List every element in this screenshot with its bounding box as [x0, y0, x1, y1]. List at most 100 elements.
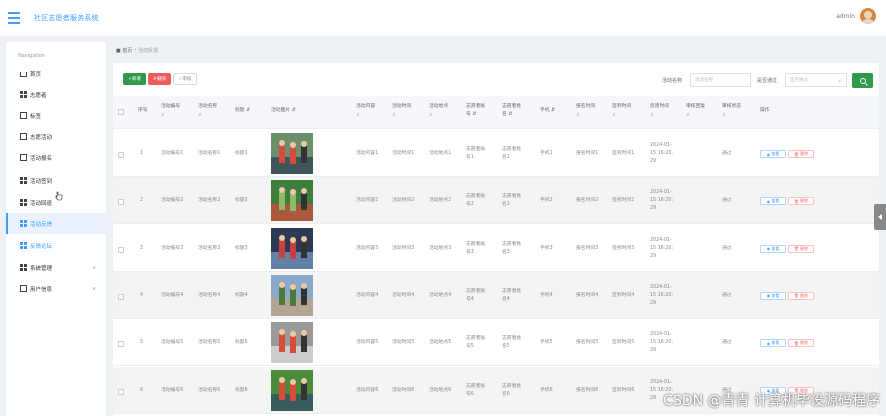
th-ops: 操作 [760, 108, 770, 113]
sidebar-item-label: 用户信息 [30, 286, 53, 293]
row-checkbox[interactable] [118, 246, 124, 253]
cell-vol-account: 志愿者账 号3 [466, 241, 486, 255]
th-name[interactable]: 活动名称 ⇵ [198, 103, 217, 119]
row-checkbox[interactable] [118, 341, 124, 348]
cell-checkin-time: 签到时间1 [612, 151, 635, 156]
breadcrumb-current: 活动反馈 [138, 48, 159, 54]
sidebar-item-volunteer[interactable]: 志愿者 [6, 84, 106, 105]
cell-vol-name: 志愿者姓 名6 [502, 383, 522, 397]
user-name[interactable]: admin [836, 13, 855, 20]
chevron-down-icon: ∨ [838, 78, 841, 83]
th-vol-account[interactable]: 志愿者账号 ⇵ [466, 103, 485, 119]
th-time[interactable]: 活动时间 ⇵ [392, 103, 411, 119]
row-checkbox[interactable] [118, 152, 124, 158]
view-button[interactable]: ◉ 查看 [760, 339, 786, 348]
view-button[interactable]: ◉ 查看 [760, 150, 786, 158]
cell-title: 标题2 [235, 198, 248, 204]
cell-title: 标题3 [235, 245, 248, 251]
cell-phone: 手机1 [540, 151, 553, 156]
cell-content: 活动内容6 [356, 387, 379, 393]
th-photo[interactable]: 活动图片 ⇵ [271, 107, 296, 115]
grid-icon [20, 242, 27, 249]
th-feedback-time[interactable]: 反馈时间 ⇵ [650, 103, 669, 119]
cell-content: 活动内容1 [356, 151, 379, 156]
th-audit-reply[interactable]: 审核回复 ⇵ [686, 103, 705, 119]
sidebar-item-forum[interactable]: 反馈论坛 [6, 235, 106, 256]
search-status-placeholder: 是否通过 [790, 78, 808, 83]
search-status-select[interactable]: 是否通过 ∨ [785, 73, 847, 87]
cell-name: 活动名称6 [198, 387, 221, 393]
search-button[interactable] [852, 73, 873, 88]
sidebar-item-label: 活动签到 [30, 178, 53, 185]
sidebar-item-signup[interactable]: 活动报名 [6, 147, 106, 168]
clipboard-icon [20, 154, 27, 161]
cell-name: 活动名称4 [198, 292, 221, 298]
add-button[interactable]: + 新增 [123, 73, 146, 85]
nav-title: Navigation [18, 53, 45, 59]
cell-code: 活动编号4 [161, 292, 184, 298]
cell-audit-status: 通过 [722, 151, 732, 156]
cell-title: 标题4 [235, 292, 248, 298]
breadcrumb-home[interactable]: 首页 [122, 48, 132, 54]
cell-phone: 手机5 [540, 340, 553, 346]
activity-photo[interactable] [271, 227, 313, 269]
th-phone[interactable]: 手机 ⇵ [540, 107, 555, 115]
cell-title: 标题5 [235, 340, 248, 346]
menu-toggle-icon[interactable] [8, 12, 24, 24]
cell-vol-name: 志愿者姓 名2 [502, 194, 522, 208]
grid-icon [20, 264, 27, 271]
avatar[interactable] [860, 8, 876, 24]
row-checkbox[interactable] [118, 388, 124, 395]
delete-button[interactable]: ✗ 删除 [148, 73, 171, 85]
search-status-label: 是否通过 [757, 78, 778, 84]
activity-photo[interactable] [271, 369, 313, 411]
sidebar-item-user-info[interactable]: 用户信息 ∨ [6, 278, 106, 299]
row-checkbox[interactable] [118, 199, 124, 206]
activity-photo[interactable] [271, 133, 313, 174]
sidebar-item-feedback[interactable]: 活动反馈 [6, 213, 106, 234]
th-place[interactable]: 活动地点 ⇵ [429, 103, 448, 119]
activity-photo[interactable] [271, 322, 313, 364]
view-button[interactable]: ◉ 查看 [760, 291, 786, 300]
sidebar-item-activity[interactable]: 志愿活动 [6, 126, 106, 147]
sidebar-item-label: 志愿活动 [30, 134, 53, 141]
cell-vol-name: 志愿者姓 名5 [502, 336, 522, 350]
row-delete-button[interactable]: 🗑 删除 [788, 197, 814, 206]
search-name-placeholder: 活动名称 [695, 78, 713, 83]
delete-button-label: 删除 [156, 77, 166, 82]
view-button[interactable]: ◉ 查看 [760, 197, 786, 206]
sidebar-item-checkin[interactable]: 活动签到 [6, 170, 106, 191]
row-delete-button[interactable]: 🗑 删除 [788, 291, 814, 300]
th-audit-status[interactable]: 审核状态 ⇵ [722, 103, 741, 119]
row-delete-button[interactable]: 🗑 删除 [788, 150, 814, 158]
th-content[interactable]: 活动内容 ⇵ [356, 103, 375, 119]
th-vol-name[interactable]: 志愿者姓名 ⇵ [502, 103, 521, 119]
row-checkbox[interactable] [118, 293, 124, 300]
activity-photo[interactable] [271, 274, 313, 316]
cell-vol-account: 志愿者账 号2 [466, 194, 486, 208]
sidebar-item-tag[interactable]: 标签 [6, 105, 106, 126]
th-title[interactable]: 标题 ⇵ [235, 107, 250, 115]
cell-audit-status: 通过 [722, 292, 732, 298]
cell-signup-time: 报名时间1 [576, 151, 599, 156]
th-signup-time[interactable]: 报名时间 ⇵ [576, 103, 595, 119]
side-collapse-tab[interactable] [874, 204, 886, 230]
cell-audit-status: 通过 [722, 340, 732, 346]
audit-button[interactable]: ✓ 审核 [173, 73, 197, 85]
cell-place: 活动地点4 [429, 292, 452, 298]
sidebar-item-system[interactable]: 系统管理 ∨ [6, 257, 106, 278]
sidebar-item-label: 活动回退 [30, 200, 53, 207]
cell-time: 活动时间6 [392, 387, 415, 393]
th-code[interactable]: 活动编号 ⇵ [161, 103, 180, 119]
th-checkin-time[interactable]: 签到时间 ⇵ [612, 103, 631, 119]
activity-photo[interactable] [271, 180, 313, 222]
cell-vol-account: 志愿者账 号5 [466, 336, 486, 350]
cell-feedback-time: 2024-01- 15 16:20: 29 [650, 190, 674, 212]
view-button[interactable]: ◉ 查看 [760, 244, 786, 253]
row-delete-button[interactable]: 🗑 删除 [788, 244, 814, 253]
sidebar-item-label: 活动反馈 [30, 221, 53, 228]
select-all-checkbox[interactable] [118, 109, 124, 115]
search-name-input[interactable]: 活动名称 [690, 73, 751, 87]
row-delete-button[interactable]: 🗑 删除 [788, 339, 814, 348]
sidebar-item-home[interactable]: 首页 [6, 63, 106, 84]
